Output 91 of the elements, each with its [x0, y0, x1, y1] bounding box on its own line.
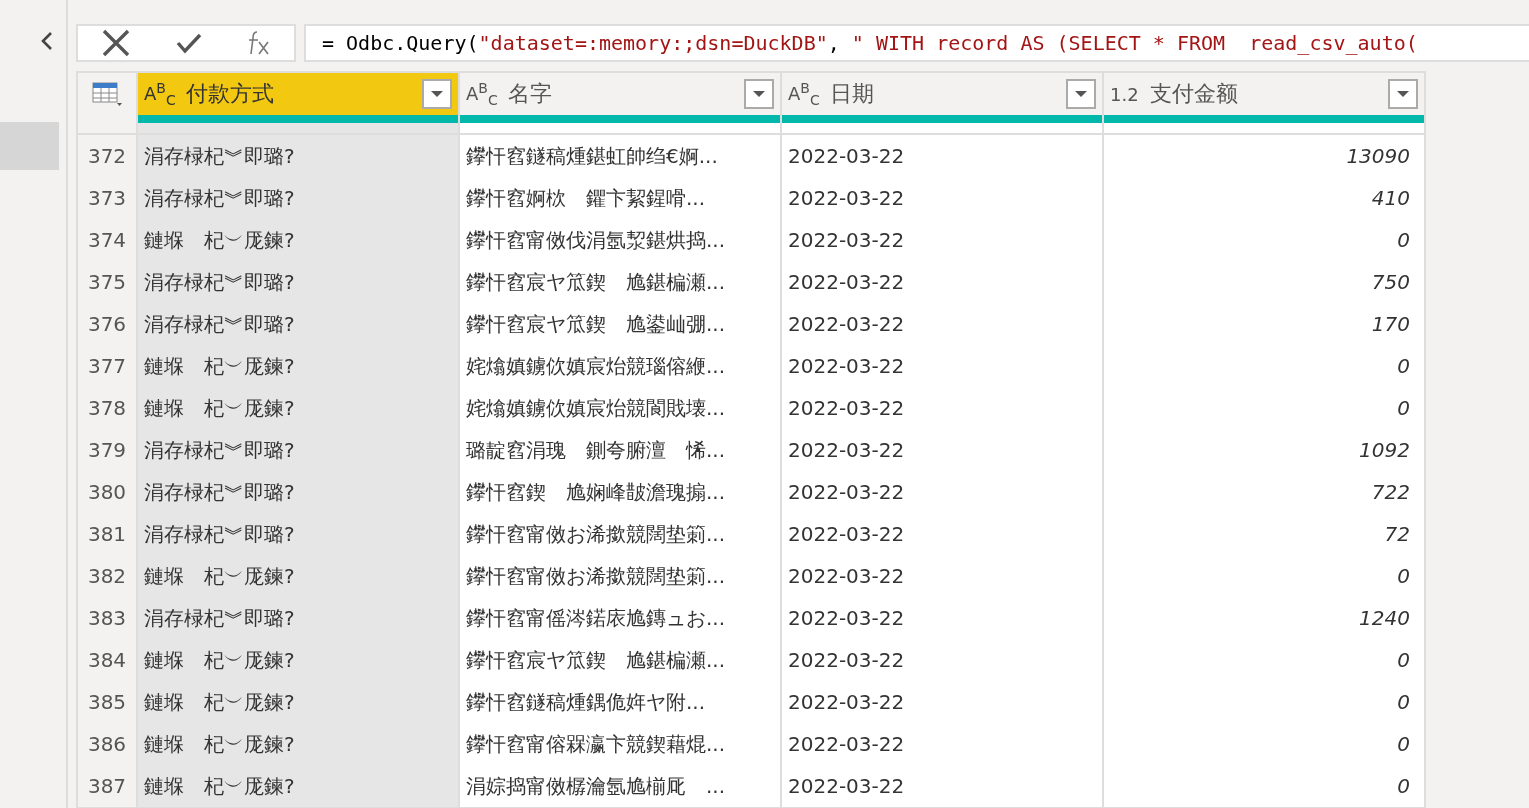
row-number: 375: [78, 261, 136, 303]
table-cell: 鑻忓窞婀栨 鑺卞絜鍟嗗...: [460, 177, 780, 219]
table-cell: 2022-03-22: [782, 303, 1102, 345]
table-cell: 鏈堢 杞︶厐鍊?: [138, 723, 458, 765]
row-number: 385: [78, 681, 136, 723]
table-cell: 170: [1104, 303, 1424, 345]
table-cell: 涓存椂杞︾即璐?: [138, 303, 458, 345]
table-cell: 1092: [1104, 429, 1424, 471]
table-cell: 2022-03-22: [782, 597, 1102, 639]
table-cell: 鑻忓窞宸ヤ笟鍥 尯鍖楄瀬...: [460, 261, 780, 303]
column-header[interactable]: 1.2 支付金额: [1104, 73, 1424, 115]
table-cell: 2022-03-22: [782, 513, 1102, 555]
table-cell: 0: [1104, 723, 1424, 765]
column-header[interactable]: A$^{B}$$_{C}$ 日期: [782, 73, 1102, 115]
table-cell: 鑻忓窞甯傜涔鍩庡尯鏄ュお...: [460, 597, 780, 639]
row-number: 382: [78, 555, 136, 597]
table-cell: 0: [1104, 765, 1424, 807]
table-cell: 2022-03-22: [782, 387, 1102, 429]
table-cell: 鏈堢 杞︶厐鍊?: [138, 219, 458, 261]
table-cell: 鑻忓窞甯傛槑瀛卞競鍥藉焜...: [460, 723, 780, 765]
table-cell: 2022-03-22: [782, 219, 1102, 261]
table-cell: 2022-03-22: [782, 261, 1102, 303]
table-cell: 410: [1104, 177, 1424, 219]
table-cell: 2022-03-22: [782, 345, 1102, 387]
table-cell: 鏈堢 杞︶厐鍊?: [138, 639, 458, 681]
row-number: 372: [78, 135, 136, 177]
table-cell: 2022-03-22: [782, 135, 1102, 177]
table-cell: 2022-03-22: [782, 429, 1102, 471]
table-cell: 722: [1104, 471, 1424, 513]
table-cell: 0: [1104, 219, 1424, 261]
row-number: 386: [78, 723, 136, 765]
table-cell: 2022-03-22: [782, 765, 1102, 807]
table-cell: 姹熻嫃鐪佽嫃宸炲競瑙傛緶...: [460, 345, 780, 387]
column-header[interactable]: A$^{B}$$_{C}$ 名字: [460, 73, 780, 115]
row-number: 380: [78, 471, 136, 513]
row-number: 373: [78, 177, 136, 219]
table-cell: 2022-03-22: [782, 471, 1102, 513]
table-icon: [92, 82, 122, 106]
table-cell: 鏈堢 杞︶厐鍊?: [138, 681, 458, 723]
table-cell: 0: [1104, 681, 1424, 723]
table-cell: 2022-03-22: [782, 723, 1102, 765]
table-cell: 13090: [1104, 135, 1424, 177]
table-cell: 0: [1104, 345, 1424, 387]
table-cell: 涓存椂杞︾即璐?: [138, 429, 458, 471]
formula-field[interactable]: = Odbc.Query("dataset=:memory:;dsn=DuckDB", " WITH record AS (SELECT * FROM read_csv_auto(: [304, 24, 1529, 62]
table-cell: 750: [1104, 261, 1424, 303]
table-cell: 鑻忓窞甯傚お浠撳競闊垫箣...: [460, 555, 780, 597]
table-cell: 鑻忓窞宸ヤ笟鍥 尯鍖楄瀬...: [460, 639, 780, 681]
filter-dropdown-icon[interactable]: [1066, 79, 1096, 109]
table-cell: 璐靛窞涓瑰 鍘夸腑澶 悕...: [460, 429, 780, 471]
table-cell: 2022-03-22: [782, 555, 1102, 597]
table-cell: 涓存椂杞︾即璐?: [138, 513, 458, 555]
column-header[interactable]: A$^{B}$$_{C}$ 付款方式: [138, 73, 458, 115]
table-cell: 涓存椂杞︾即璐?: [138, 471, 458, 513]
table-cell: 涓存椂杞︾即璐?: [138, 597, 458, 639]
table-cell: 鏈堢 杞︶厐鍊?: [138, 765, 458, 807]
table-cell: 2022-03-22: [782, 681, 1102, 723]
table-cell: 涓存椂杞︾即璐?: [138, 261, 458, 303]
row-number: 381: [78, 513, 136, 555]
table-cell: 鏈堢 杞︶厐鍊?: [138, 387, 458, 429]
table-cell: 鏈堢 杞︶厐鍊?: [138, 345, 458, 387]
row-number: 379: [78, 429, 136, 471]
row-number: 378: [78, 387, 136, 429]
filter-dropdown-icon[interactable]: [1388, 79, 1418, 109]
row-number: 384: [78, 639, 136, 681]
row-number: 374: [78, 219, 136, 261]
table-cell: 2022-03-22: [782, 177, 1102, 219]
filter-dropdown-icon[interactable]: [422, 79, 452, 109]
table-cell: 鑻忓窞鐩稿煄鍖虹帥绉€婀...: [460, 135, 780, 177]
table-cell: 0: [1104, 387, 1424, 429]
table-cell: 鑻忓窞鍥 尯娴峰皵澹瑰搧...: [460, 471, 780, 513]
table-cell: 鑻忓窞宸ヤ笟鍥 尯鍙屾弸...: [460, 303, 780, 345]
row-number: 377: [78, 345, 136, 387]
table-cell: 涓存椂杞︾即璐?: [138, 135, 458, 177]
filter-dropdown-icon[interactable]: [744, 79, 774, 109]
table-cell: 鑻忓窞甯傚お浠撳競闊垫箣...: [460, 513, 780, 555]
table-cell: 鑻忓窞甯傚伐涓氬洯鍖烘捣...: [460, 219, 780, 261]
table-cell: 0: [1104, 555, 1424, 597]
table-cell: 鏈堢 杞︶厐鍊?: [138, 555, 458, 597]
row-number: 376: [78, 303, 136, 345]
table-cell: 鑻忓窞鐩稿煄鍝佹姩ヤ附...: [460, 681, 780, 723]
table-cell: 涓存椂杞︾即璐?: [138, 177, 458, 219]
table-cell: 72: [1104, 513, 1424, 555]
table-menu-button[interactable]: [78, 73, 136, 115]
table-cell: 涓婃捣甯傚樼瀹氬尯椾厑 ...: [460, 765, 780, 807]
table-cell: 2022-03-22: [782, 639, 1102, 681]
table-cell: 0: [1104, 639, 1424, 681]
table-cell: 姹熻嫃鐪佽嫃宸炲競閬戝壊...: [460, 387, 780, 429]
table-cell: 1240: [1104, 597, 1424, 639]
row-number: 383: [78, 597, 136, 639]
row-number: 387: [78, 765, 136, 807]
